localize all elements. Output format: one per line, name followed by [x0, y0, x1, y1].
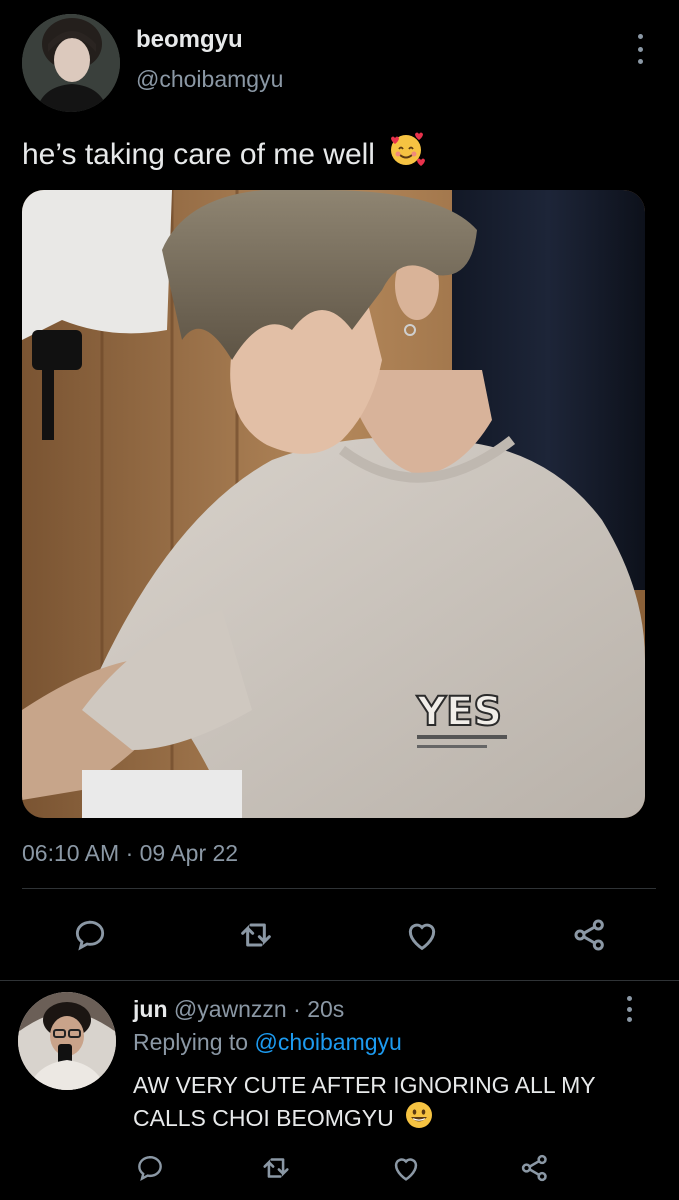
dot — [626, 1006, 632, 1012]
reply-like-button[interactable] — [386, 1148, 426, 1188]
share-button[interactable] — [570, 915, 610, 955]
tweet-photo[interactable]: YES — [22, 190, 645, 818]
reply-button[interactable] — [70, 915, 110, 955]
tweet-text: he’s taking care of me well — [22, 130, 426, 176]
avatar[interactable] — [22, 14, 120, 112]
divider — [0, 980, 679, 981]
retweet-icon — [241, 923, 271, 947]
like-icon — [394, 1158, 418, 1181]
reply-display-name[interactable]: jun — [133, 996, 168, 1022]
share-icon — [574, 919, 604, 951]
dot — [637, 34, 643, 39]
replying-to: Replying to @choibamgyu — [133, 1029, 402, 1056]
more-options-button[interactable] — [626, 34, 654, 64]
dot — [626, 996, 632, 1001]
avatar-portrait — [22, 14, 120, 112]
dot — [637, 46, 643, 52]
photo-illustration: YES — [22, 190, 645, 818]
reply-text-body: AW VERY CUTE AFTER IGNORING ALL MY CALLS… — [133, 1072, 596, 1131]
shirt-print: YES — [416, 689, 502, 735]
replying-prefix: Replying to — [133, 1029, 255, 1055]
reply-avatar-portrait — [18, 992, 116, 1090]
reply-header: jun @yawnzzn · 20s — [133, 996, 344, 1023]
reply-more-options-button[interactable] — [620, 996, 638, 1022]
reply-time: 20s — [307, 996, 345, 1022]
reply-icon — [75, 920, 105, 951]
grinning-face-icon — [404, 1100, 434, 1137]
tweet-timestamp: 06:10 AM · 09 Apr 22 — [22, 840, 239, 866]
reply-user-handle[interactable]: @yawnzzn — [174, 996, 287, 1022]
share-icon — [521, 1154, 547, 1182]
reply-avatar[interactable] — [18, 992, 116, 1090]
replying-to-link[interactable]: @choibamgyu — [254, 1029, 401, 1055]
dot — [637, 59, 643, 64]
reply-text: AW VERY CUTE AFTER IGNORING ALL MY CALLS… — [133, 1070, 653, 1137]
dot — [626, 1017, 632, 1022]
smiling-face-with-hearts-icon — [387, 130, 426, 176]
reply-share-button[interactable] — [515, 1148, 555, 1188]
user-handle[interactable]: @choibamgyu — [136, 66, 283, 93]
reply-separator: · — [286, 996, 308, 1022]
like-button[interactable] — [402, 915, 442, 955]
divider — [22, 888, 656, 889]
reply-reply-button[interactable] — [130, 1148, 170, 1188]
like-icon — [408, 923, 436, 951]
retweet-icon — [263, 1158, 289, 1178]
retweet-button[interactable] — [236, 915, 276, 955]
display-name[interactable]: beomgyu — [136, 26, 243, 54]
reply-retweet-button[interactable] — [256, 1148, 296, 1188]
tweet-text-body: he’s taking care of me well — [22, 138, 375, 171]
reply-icon — [138, 1155, 162, 1182]
